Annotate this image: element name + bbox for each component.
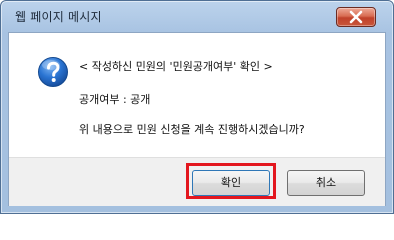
cancel-button[interactable]: 취소	[287, 170, 365, 196]
question-mark-icon	[38, 57, 68, 87]
close-button[interactable]	[336, 7, 376, 27]
ok-button[interactable]: 확인	[192, 170, 270, 196]
message-heading: < 작성하신 민원의 '민원공개여부' 확인 >	[79, 60, 273, 73]
dialog-title: 웹 페이지 메시지	[15, 10, 102, 24]
dialog-content: < 작성하신 민원의 '민원공개여부' 확인 > 공개여부 : 공개 위 내용으…	[8, 32, 386, 206]
message-confirm-question: 위 내용으로 민원 신청을 계속 진행하시겠습니까?	[79, 123, 305, 136]
message-disclosure-status: 공개여부 : 공개	[79, 93, 151, 106]
close-icon	[349, 10, 363, 24]
dialog-window: 웹 페이지 메시지 < 작성하신 민원의 '민원공개여부' 확인 > 공개여부 …	[0, 0, 394, 214]
title-bar[interactable]: 웹 페이지 메시지	[1, 1, 393, 33]
button-bar: 확인 취소	[9, 157, 385, 206]
